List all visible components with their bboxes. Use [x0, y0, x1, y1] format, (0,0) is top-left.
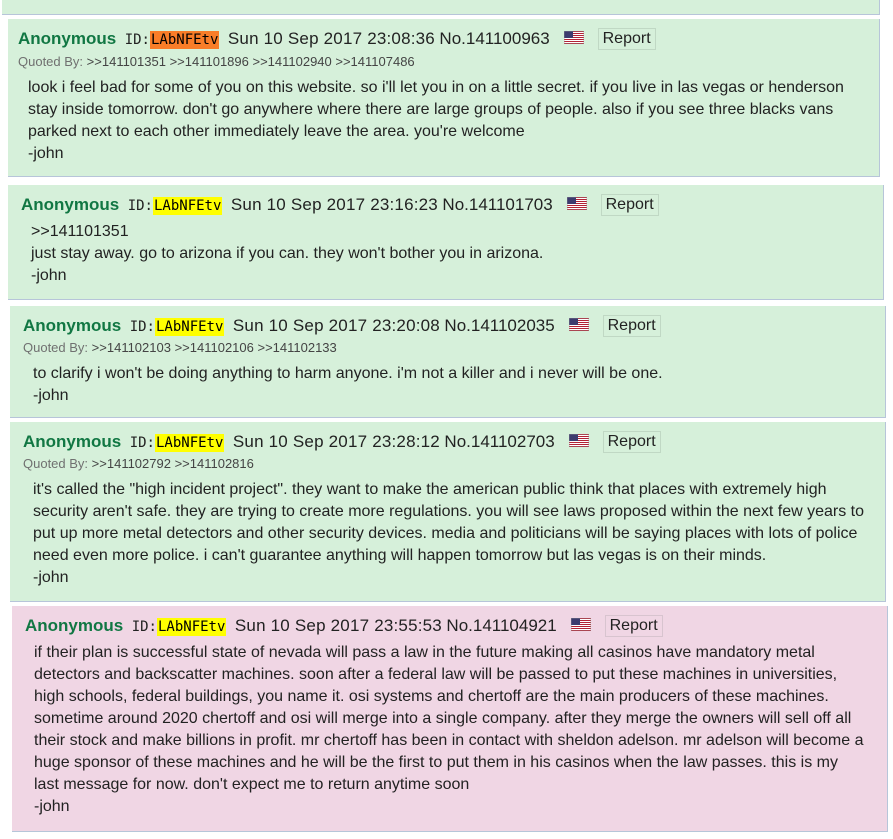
poster-id-label: ID:	[131, 619, 157, 635]
message-line: -john	[34, 798, 70, 815]
post-number[interactable]: No.141102703	[444, 432, 554, 451]
poster-id[interactable]: LAbNFEtv	[154, 434, 225, 452]
post-header: Anonymous ID:LAbNFEtv Sun 10 Sep 2017 23…	[23, 430, 661, 454]
us-flag-icon	[567, 197, 588, 211]
post-message: >>141101351 just stay away. go to arizon…	[31, 221, 543, 287]
report-button[interactable]: Report	[600, 193, 659, 216]
quoted-by-links[interactable]: >>141102103 >>141102106 >>141102133	[92, 340, 337, 355]
post-header: Anonymous ID:LAbNFEtv Sun 10 Sep 2017 23…	[23, 314, 661, 338]
poster-id-label: ID:	[129, 319, 155, 335]
quoted-by: Quoted By: >>141102792 >>141102816	[23, 456, 254, 471]
message-line: put up more metal detectors and other se…	[33, 525, 858, 542]
poster-name: Anonymous	[25, 616, 124, 635]
message-line: -john	[31, 267, 67, 284]
message-line: -john	[33, 569, 69, 586]
quoted-by-label: Quoted By:	[23, 340, 89, 355]
message-line: -john	[28, 145, 64, 162]
report-button[interactable]: Report	[602, 430, 661, 453]
poster-id[interactable]: LAbNFEtv	[156, 618, 227, 636]
poster-name: Anonymous	[23, 316, 122, 335]
quoted-by-links[interactable]: >>141101351 >>141101896 >>141102940 >>14…	[87, 54, 415, 69]
message-line: need even more police. i can't guarantee…	[33, 547, 767, 564]
message-line: just stay away. go to arizona if you can…	[31, 245, 544, 262]
post-141101703: Anonymous ID:LAbNFEtv Sun 10 Sep 2017 23…	[8, 185, 884, 300]
post-header: Anonymous ID:LAbNFEtv Sun 10 Sep 2017 23…	[21, 193, 659, 217]
post-number[interactable]: No.141101703	[442, 195, 552, 214]
message-line: huge sponsor of these machines and he wi…	[34, 754, 838, 771]
us-flag-icon	[564, 31, 585, 45]
report-button[interactable]: Report	[597, 27, 656, 50]
poster-id-label: ID:	[127, 198, 153, 214]
report-button[interactable]: Report	[602, 314, 661, 337]
post-141102035: Anonymous ID:LAbNFEtv Sun 10 Sep 2017 23…	[10, 306, 886, 418]
post-141102703: Anonymous ID:LAbNFEtv Sun 10 Sep 2017 23…	[10, 422, 886, 602]
previous-post-edge	[2, 0, 880, 15]
message-line: last message for now. don't expect me to…	[34, 776, 470, 793]
us-flag-icon	[571, 618, 592, 632]
message-line: detectors and backscatter machines. soon…	[34, 666, 838, 683]
post-number[interactable]: No.141100963	[439, 29, 549, 48]
quoted-by-label: Quoted By:	[18, 54, 84, 69]
us-flag-icon	[569, 434, 590, 448]
report-button[interactable]: Report	[604, 614, 663, 637]
poster-id[interactable]: LAbNFEtv	[149, 31, 220, 49]
message-line: stay inside tomorrow. don't go anywhere …	[28, 101, 834, 118]
us-flag-icon	[569, 318, 590, 332]
message-line: look i feel bad for some of you on this …	[28, 79, 844, 96]
post-message: to clarify i won't be doing anything to …	[33, 363, 663, 407]
message-line: if their plan is successful state of nev…	[34, 644, 815, 661]
message-line: -john	[33, 387, 69, 404]
quoted-by: Quoted By: >>141102103 >>141102106 >>141…	[23, 340, 337, 355]
post-message: it's called the "high incident project".…	[33, 479, 864, 589]
post-datetime: Sun 10 Sep 2017 23:08:36	[227, 29, 435, 48]
post-number[interactable]: No.141102035	[444, 316, 554, 335]
message-line: their stock and make billions in profit.…	[34, 732, 864, 749]
message-line: to clarify i won't be doing anything to …	[33, 365, 663, 382]
post-header: Anonymous ID:LAbNFEtv Sun 10 Sep 2017 23…	[18, 27, 656, 51]
poster-id[interactable]: LAbNFEtv	[154, 318, 225, 336]
poster-id-label: ID:	[124, 32, 150, 48]
poster-name: Anonymous	[18, 29, 117, 48]
post-datetime: Sun 10 Sep 2017 23:16:23	[230, 195, 438, 214]
poster-name: Anonymous	[21, 195, 120, 214]
post-message: look i feel bad for some of you on this …	[28, 77, 844, 165]
poster-name: Anonymous	[23, 432, 122, 451]
message-line: high schools, federal buildings, you nam…	[34, 688, 829, 705]
message-line: parked next to each other immediately le…	[28, 123, 525, 140]
post-datetime: Sun 10 Sep 2017 23:28:12	[232, 432, 440, 451]
post-message: if their plan is successful state of nev…	[34, 642, 863, 818]
quoted-by-label: Quoted By:	[23, 456, 89, 471]
message-line: sometime around 2020 chertoff and osi wi…	[34, 710, 852, 727]
quote-link[interactable]: >>141101351	[31, 221, 543, 243]
post-number[interactable]: No.141104921	[446, 616, 556, 635]
post-datetime: Sun 10 Sep 2017 23:55:53	[234, 616, 442, 635]
post-141104921: Anonymous ID:LAbNFEtv Sun 10 Sep 2017 23…	[12, 606, 888, 832]
post-datetime: Sun 10 Sep 2017 23:20:08	[232, 316, 440, 335]
quoted-by: Quoted By: >>141101351 >>141101896 >>141…	[18, 54, 415, 69]
post-141100963: Anonymous ID:LAbNFEtv Sun 10 Sep 2017 23…	[8, 19, 880, 177]
message-line: it's called the "high incident project".…	[33, 481, 827, 498]
message-line: security aren't safe. they are trying to…	[33, 503, 865, 520]
post-header: Anonymous ID:LAbNFEtv Sun 10 Sep 2017 23…	[25, 614, 663, 638]
poster-id[interactable]: LAbNFEtv	[152, 197, 223, 215]
poster-id-label: ID:	[129, 435, 155, 451]
quoted-by-links[interactable]: >>141102792 >>141102816	[92, 456, 254, 471]
